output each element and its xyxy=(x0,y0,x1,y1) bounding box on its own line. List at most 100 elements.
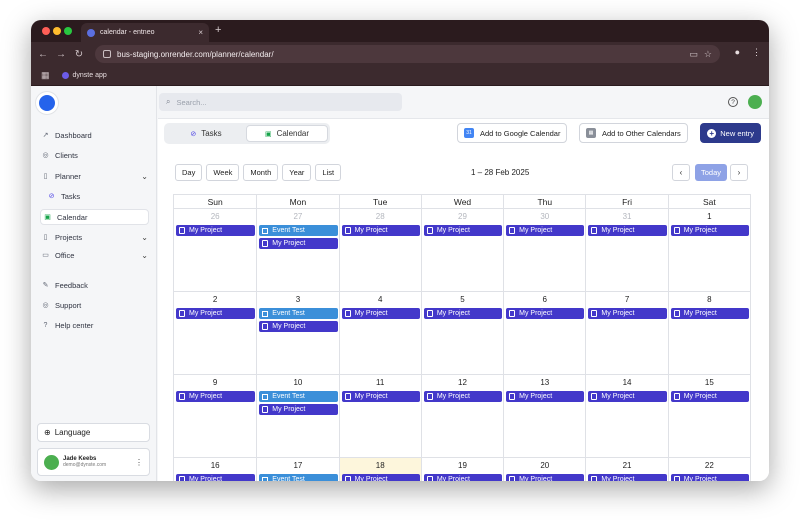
sidebar-item-tasks[interactable]: ⊘ Tasks xyxy=(47,188,148,204)
view-month-button[interactable]: Month xyxy=(243,164,279,181)
day-cell[interactable]: 9 My Project xyxy=(174,375,256,457)
project-event-chip[interactable]: My Project xyxy=(506,225,585,236)
project-event-chip[interactable]: My Project xyxy=(506,391,585,402)
project-event-chip[interactable]: My Project xyxy=(341,225,420,236)
search-input[interactable]: ⌕ Search... xyxy=(159,93,402,111)
project-event-chip[interactable]: My Project xyxy=(259,321,338,332)
address-bar[interactable]: bus-staging.onrender.com/planner/calenda… xyxy=(95,45,720,63)
day-cell[interactable]: 20 My Project xyxy=(503,458,585,481)
sidebar-item-support[interactable]: ◎ Support xyxy=(41,297,148,313)
project-event-chip[interactable]: My Project xyxy=(259,404,338,415)
new-entry-button[interactable]: + New entry xyxy=(700,123,761,143)
chevron-left-icon[interactable]: ‹ xyxy=(672,164,690,181)
project-event-chip[interactable]: My Project xyxy=(588,474,667,481)
view-list-button[interactable]: List xyxy=(315,164,342,181)
day-cell[interactable]: 6 My Project xyxy=(503,292,585,374)
view-year-button[interactable]: Year xyxy=(282,164,312,181)
project-event-chip[interactable]: My Project xyxy=(423,391,503,402)
cast-icon[interactable]: ▭ xyxy=(689,49,698,60)
day-cell[interactable]: 13 My Project xyxy=(503,375,585,457)
profile-icon[interactable]: ● xyxy=(735,47,740,58)
chevron-right-icon[interactable]: › xyxy=(730,164,748,181)
project-event-chip[interactable]: My Project xyxy=(670,225,749,236)
day-cell[interactable]: 10 Event Test My Project xyxy=(256,375,338,457)
avatar[interactable] xyxy=(748,95,762,109)
reload-icon[interactable]: ↻ xyxy=(70,49,88,60)
sidebar-item-calendar[interactable]: ▣ Calendar xyxy=(40,209,149,225)
project-event-chip[interactable]: My Project xyxy=(588,391,667,402)
site-settings-icon[interactable] xyxy=(103,50,111,58)
close-window-button[interactable] xyxy=(42,27,50,35)
event-test-chip[interactable]: Event Test xyxy=(259,225,338,236)
sidebar-item-projects[interactable]: ▯ Projects ⌄ xyxy=(41,229,148,245)
day-cell[interactable]: 16 My Project xyxy=(174,458,256,481)
add-to-google-calendar-button[interactable]: 31 Add to Google Calendar xyxy=(457,123,568,143)
sidebar-item-feedback[interactable]: ✎ Feedback xyxy=(41,277,148,293)
day-cell[interactable]: 22 My Project xyxy=(667,458,750,481)
back-arrow-icon[interactable]: ← xyxy=(34,49,52,60)
project-event-chip[interactable]: My Project xyxy=(506,308,585,319)
user-card[interactable]: Jade Keebs demo@dynste.com ⋮ xyxy=(37,448,150,476)
event-test-chip[interactable]: Event Test xyxy=(259,308,338,319)
day-cell[interactable]: 8 My Project xyxy=(667,292,750,374)
day-cell[interactable]: 15 My Project xyxy=(667,375,750,457)
project-event-chip[interactable]: My Project xyxy=(176,225,256,236)
project-event-chip[interactable]: My Project xyxy=(341,474,420,481)
project-event-chip[interactable]: My Project xyxy=(588,225,667,236)
kebab-menu-icon[interactable]: ⋮ xyxy=(135,458,143,467)
view-week-button[interactable]: Week xyxy=(206,164,240,181)
day-cell[interactable]: 29 My Project xyxy=(420,209,503,291)
day-cell[interactable]: 27 Event Test My Project xyxy=(256,209,338,291)
project-event-chip[interactable]: My Project xyxy=(423,308,503,319)
day-cell[interactable]: 18 My Project xyxy=(338,458,421,481)
browser-menu-icon[interactable]: ⋮ xyxy=(752,47,761,58)
forward-arrow-icon[interactable]: → xyxy=(52,49,70,60)
day-cell[interactable]: 19 My Project xyxy=(420,458,503,481)
day-cell[interactable]: 31 My Project xyxy=(585,209,667,291)
sidebar-item-dashboard[interactable]: ↗ Dashboard xyxy=(41,127,148,143)
project-event-chip[interactable]: My Project xyxy=(670,474,749,481)
project-event-chip[interactable]: My Project xyxy=(176,474,256,481)
project-event-chip[interactable]: My Project xyxy=(259,238,338,249)
project-event-chip[interactable]: My Project xyxy=(506,474,585,481)
event-test-chip[interactable]: Event Test xyxy=(259,474,338,481)
help-circle-icon[interactable]: ? xyxy=(728,97,738,107)
day-cell[interactable]: 17 Event Test xyxy=(256,458,338,481)
day-cell[interactable]: 14 My Project xyxy=(585,375,667,457)
minimize-window-button[interactable] xyxy=(53,27,61,35)
project-event-chip[interactable]: My Project xyxy=(588,308,667,319)
today-button[interactable]: Today xyxy=(695,164,727,181)
app-logo[interactable] xyxy=(39,95,55,111)
day-cell[interactable]: 2 My Project xyxy=(174,292,256,374)
star-icon[interactable]: ☆ xyxy=(704,49,712,60)
add-to-other-calendars-button[interactable]: ▦ Add to Other Calendars xyxy=(579,123,688,143)
project-event-chip[interactable]: My Project xyxy=(670,308,749,319)
day-cell[interactable]: 30 My Project xyxy=(503,209,585,291)
day-cell[interactable]: 1 My Project xyxy=(667,209,750,291)
sidebar-item-clients[interactable]: ◎ Clients xyxy=(41,147,148,163)
day-cell[interactable]: 4 My Project xyxy=(338,292,421,374)
new-tab-button[interactable]: + xyxy=(215,24,221,36)
day-cell[interactable]: 7 My Project xyxy=(585,292,667,374)
project-event-chip[interactable]: My Project xyxy=(670,391,749,402)
event-test-chip[interactable]: Event Test xyxy=(259,391,338,402)
bookmark-link[interactable]: dynste app xyxy=(73,72,107,79)
day-cell[interactable]: 3 Event Test My Project xyxy=(256,292,338,374)
project-event-chip[interactable]: My Project xyxy=(423,225,503,236)
day-cell[interactable]: 5 My Project xyxy=(420,292,503,374)
tab-tasks[interactable]: ⊘ Tasks xyxy=(166,125,246,142)
browser-tab[interactable]: calendar - entneo × xyxy=(81,23,209,42)
day-cell[interactable]: 12 My Project xyxy=(420,375,503,457)
project-event-chip[interactable]: My Project xyxy=(341,308,420,319)
day-cell[interactable]: 26 My Project xyxy=(174,209,256,291)
tab-close-icon[interactable]: × xyxy=(198,28,203,37)
apps-grid-icon[interactable]: ▦ xyxy=(41,70,50,81)
sidebar-item-office[interactable]: ▭ Office ⌄ xyxy=(41,247,148,263)
maximize-window-button[interactable] xyxy=(64,27,72,35)
view-day-button[interactable]: Day xyxy=(175,164,203,181)
sidebar-item-planner[interactable]: ▯ Planner ⌄ xyxy=(41,168,148,184)
day-cell[interactable]: 11 My Project xyxy=(338,375,421,457)
day-cell[interactable]: 28 My Project xyxy=(338,209,421,291)
sidebar-item-help-center[interactable]: ? Help center xyxy=(41,317,148,333)
project-event-chip[interactable]: My Project xyxy=(176,391,256,402)
